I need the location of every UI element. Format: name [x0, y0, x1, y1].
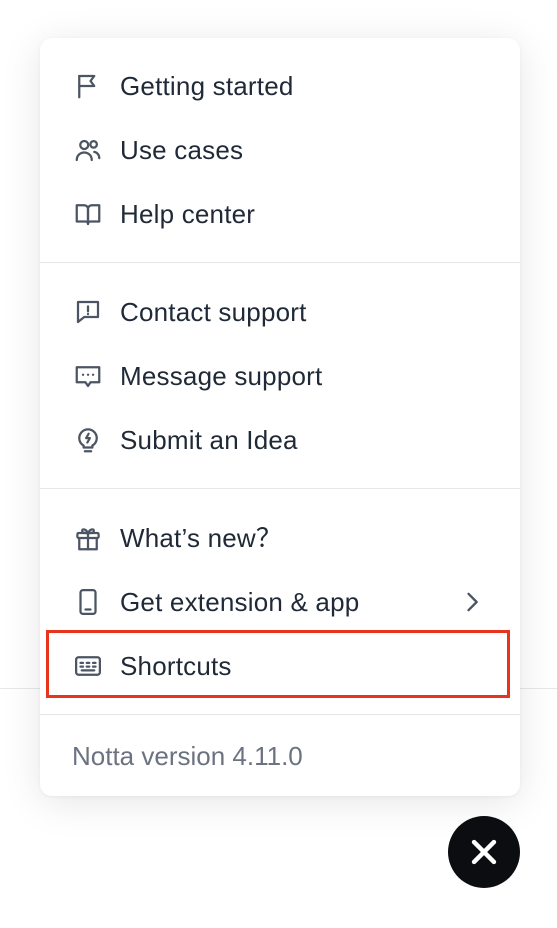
users-icon — [72, 134, 104, 166]
menu-item-label: Submit an Idea — [120, 425, 298, 455]
flag-icon — [72, 70, 104, 102]
chat-dots-icon — [72, 360, 104, 392]
menu-item-getting-started[interactable]: Getting started — [40, 54, 520, 118]
version-text: Notta version 4.11.0 — [72, 741, 303, 771]
menu-item-label: Use cases — [120, 135, 244, 165]
alert-message-icon — [72, 296, 104, 328]
chevron-right-icon — [458, 588, 486, 616]
menu-divider — [40, 714, 520, 715]
menu-item-label: Message support — [120, 361, 323, 391]
menu-item-use-cases[interactable]: Use cases — [40, 118, 520, 182]
menu-item-submit-idea[interactable]: Submit an Idea — [40, 408, 520, 472]
menu-item-message-support[interactable]: Message support — [40, 344, 520, 408]
menu-item-help-center[interactable]: Help center — [40, 182, 520, 246]
lightbulb-icon — [72, 424, 104, 456]
menu-item-label: Contact support — [120, 297, 307, 327]
book-icon — [72, 198, 104, 230]
shortcuts-highlight-box — [46, 630, 510, 698]
menu-item-label: Get extension & app — [120, 587, 360, 617]
menu-divider — [40, 262, 520, 263]
close-button[interactable] — [448, 816, 520, 888]
menu-divider — [40, 488, 520, 489]
menu-item-get-extension-app[interactable]: Get extension & app — [40, 570, 520, 634]
menu-item-whats-new[interactable]: What’s new？ — [40, 506, 520, 570]
menu-item-contact-support[interactable]: Contact support — [40, 280, 520, 344]
menu-item-label: Getting started — [120, 71, 294, 101]
close-icon — [471, 839, 497, 865]
menu-item-label: Help center — [120, 199, 256, 229]
phone-icon — [72, 586, 104, 618]
gift-icon — [72, 522, 104, 554]
menu-item-label: What’s new？ — [120, 523, 283, 553]
